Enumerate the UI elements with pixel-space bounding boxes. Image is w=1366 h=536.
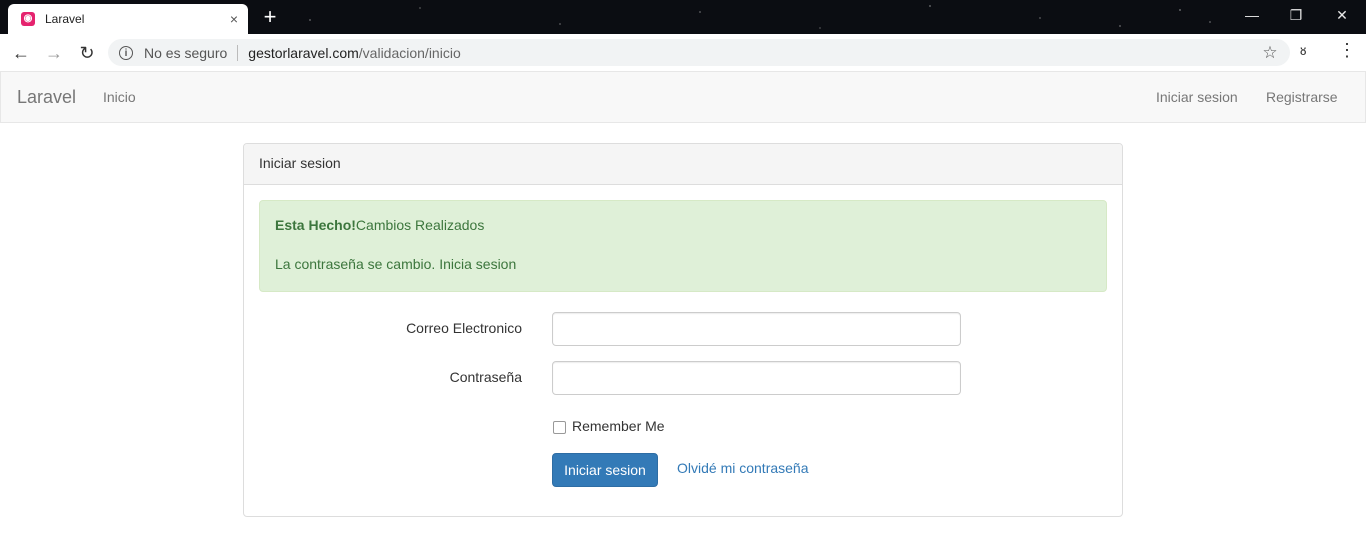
browser-chrome: ◉ Laravel × + — ❐ ✕ ← → ↻ i No es seguro…: [0, 0, 1366, 71]
nav-link-iniciar-sesion[interactable]: Iniciar sesion: [1156, 89, 1238, 105]
password-field[interactable]: [552, 361, 961, 395]
minimize-icon[interactable]: —: [1232, 4, 1272, 26]
tab-title: Laravel: [45, 12, 85, 26]
navbar-brand[interactable]: Laravel: [17, 87, 76, 108]
browser-tab[interactable]: ◉ Laravel ×: [8, 4, 248, 34]
url-host: gestorlaravel.com: [248, 44, 359, 61]
bookmark-star-icon[interactable]: ☆: [1258, 43, 1282, 63]
nav-link-inicio[interactable]: Inicio: [103, 89, 136, 105]
tab-close-icon[interactable]: ×: [226, 11, 242, 27]
browser-toolbar: ← → ↻ i No es seguro gestorlaravel.com/v…: [0, 34, 1366, 71]
restore-icon[interactable]: ❐: [1276, 4, 1316, 26]
alert-title: Esta Hecho!: [275, 217, 356, 233]
address-divider: [237, 44, 239, 61]
login-submit-button[interactable]: Iniciar sesion: [552, 453, 658, 487]
remember-me-checkbox[interactable]: [553, 421, 566, 434]
reload-icon[interactable]: ↻: [74, 41, 100, 65]
password-label: Contraseña: [449, 369, 522, 385]
login-panel: Iniciar sesion Esta Hecho!Cambios Realiz…: [243, 143, 1123, 517]
success-alert: Esta Hecho!Cambios Realizados La contras…: [259, 200, 1107, 292]
email-label: Correo Electronico: [406, 320, 522, 336]
remember-me-label[interactable]: Remember Me: [572, 418, 665, 434]
back-arrow-icon[interactable]: ←: [8, 41, 34, 65]
email-field[interactable]: [552, 312, 961, 346]
forgot-password-link[interactable]: Olvidé mi contraseña: [677, 460, 809, 476]
alert-message: Cambios Realizados: [355, 217, 485, 233]
navbar: Laravel Inicio Iniciar sesion Registrars…: [0, 71, 1366, 123]
panel-heading: Iniciar sesion: [244, 144, 1122, 185]
address-bar[interactable]: i No es seguro gestorlaravel.com/validac…: [108, 39, 1290, 66]
menu-dots-icon[interactable]: ⋮: [1338, 40, 1356, 61]
laravel-favicon-icon: ◉: [21, 12, 35, 26]
url-text[interactable]: gestorlaravel.com/validacion/inicio: [248, 45, 1258, 61]
url-path: /validacion/inicio: [358, 44, 461, 61]
info-icon[interactable]: i: [119, 45, 133, 60]
security-label: No es seguro: [144, 44, 228, 61]
nav-link-registrarse[interactable]: Registrarse: [1266, 89, 1338, 105]
new-tab-button[interactable]: +: [258, 6, 282, 28]
incognito-icon[interactable]: ᴕ: [1300, 42, 1306, 58]
alert-detail: La contraseña se cambio. Inicia sesion: [275, 256, 517, 272]
forward-arrow-icon[interactable]: →: [41, 41, 67, 65]
close-window-icon[interactable]: ✕: [1322, 4, 1362, 26]
